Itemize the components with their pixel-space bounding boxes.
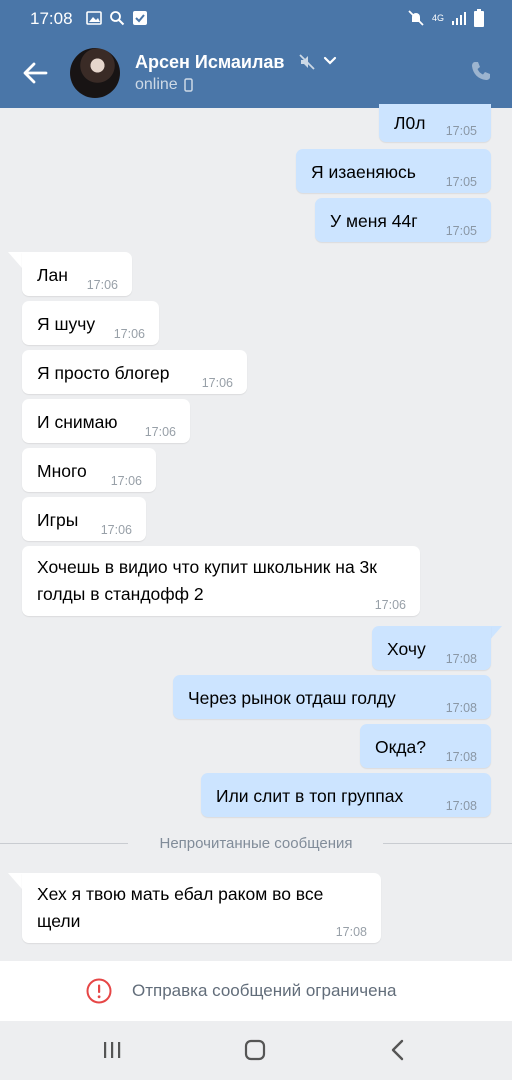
message-text: Хочешь в видио что купит школьник на 3к … [37,557,377,604]
message-bubble-incoming[interactable]: Игры 17:06 [22,497,146,541]
message-bubble-outgoing[interactable]: У меня 44г 17:05 [315,198,491,242]
message-time: 17:08 [445,750,477,764]
message-time: 17:06 [86,278,118,292]
contact-avatar[interactable] [70,48,120,98]
message-time: 17:05 [445,175,477,189]
online-status: online [135,76,193,94]
message-bubble-outgoing[interactable]: Л0л 17:05 [379,104,491,142]
recent-apps-icon[interactable] [101,1039,123,1061]
mobile-device-icon [183,78,193,92]
gallery-icon [86,11,102,25]
status-notification-icons [86,10,148,26]
message-bubble-incoming[interactable]: И снимаю 17:06 [22,399,190,443]
message-bubble-incoming[interactable]: Я шучу 17:06 [22,301,159,345]
unread-messages-divider: Непрочитанные сообщения [0,832,512,856]
message-text: Я просто блогер [37,363,170,383]
message-time: 17:05 [445,124,477,138]
message-bubble-outgoing[interactable]: Окда? 17:08 [360,724,491,768]
status-system-icons: 4G [407,9,484,27]
message-bubble-outgoing[interactable]: Хочу 17:08 [372,626,491,670]
divider-line [383,843,512,844]
message-time: 17:08 [335,925,367,939]
message-time: 17:06 [110,474,142,488]
battery-icon [474,9,484,27]
message-text: Хех я твою мать ебал раком во все щели [37,884,324,931]
back-arrow-icon[interactable] [20,58,50,88]
message-text: У меня 44г [330,211,418,231]
message-bubble-incoming[interactable]: Хех я твою мать ебал раком во все щели 1… [22,873,381,943]
muted-chat-icon [299,54,315,70]
bubble-tail [8,873,22,889]
status-bar: 17:08 4G [0,0,512,36]
message-text: И снимаю [37,412,118,432]
message-text: Много [37,461,87,481]
message-time: 17:08 [445,701,477,715]
message-text: Игры [37,510,79,530]
messaging-restricted-bar: Отправка сообщений ограничена [0,961,512,1021]
back-nav-icon[interactable] [388,1039,408,1061]
chat-header: Арсен Исмаилав online [0,36,512,108]
message-time: 17:06 [100,523,132,537]
message-time: 17:06 [144,425,176,439]
message-text: Хочу [387,639,426,659]
checkbox-icon [133,11,147,25]
mute-status-icon [408,10,424,26]
status-time: 17:08 [30,9,73,28]
message-text: Окда? [375,737,426,757]
online-status-text: online [135,76,178,93]
alert-circle-icon [86,978,112,1004]
message-bubble-incoming[interactable]: Много 17:06 [22,448,156,492]
message-bubble-incoming[interactable]: Лан 17:06 [22,252,132,296]
message-text: Через рынок отдаш голду [188,688,396,708]
message-time: 17:06 [113,327,145,341]
call-icon[interactable] [470,60,492,82]
message-text: Лан [37,265,68,285]
message-text: Или слит в топ группах [216,786,404,806]
bubble-tail [8,252,22,268]
chevron-down-icon[interactable] [323,56,337,66]
message-bubble-incoming[interactable]: Я просто блогер 17:06 [22,350,247,394]
message-text: Я шучу [37,314,96,334]
message-text: Л0л [394,113,426,133]
system-navigation-bar [0,1021,512,1080]
network-type-label: 4G [431,12,444,23]
signal-icon [452,12,466,25]
contact-name[interactable]: Арсен Исмаилав [135,52,285,73]
message-time: 17:08 [445,799,477,813]
home-icon[interactable] [243,1039,267,1061]
message-time: 17:06 [201,376,233,390]
message-time: 17:06 [374,598,406,612]
message-bubble-outgoing[interactable]: Через рынок отдаш голду 17:08 [173,675,491,719]
message-text: Я изаеняюсь [311,162,416,182]
message-bubble-outgoing[interactable]: Я изаеняюсь 17:05 [296,149,491,193]
message-bubble-outgoing[interactable]: Или слит в топ группах 17:08 [201,773,491,817]
message-time: 17:08 [445,652,477,666]
restricted-notice-text: Отправка сообщений ограничена [132,981,397,1000]
message-time: 17:05 [445,224,477,238]
search-icon [110,11,125,26]
message-bubble-incoming[interactable]: Хочешь в видио что купит школьник на 3к … [22,546,420,616]
